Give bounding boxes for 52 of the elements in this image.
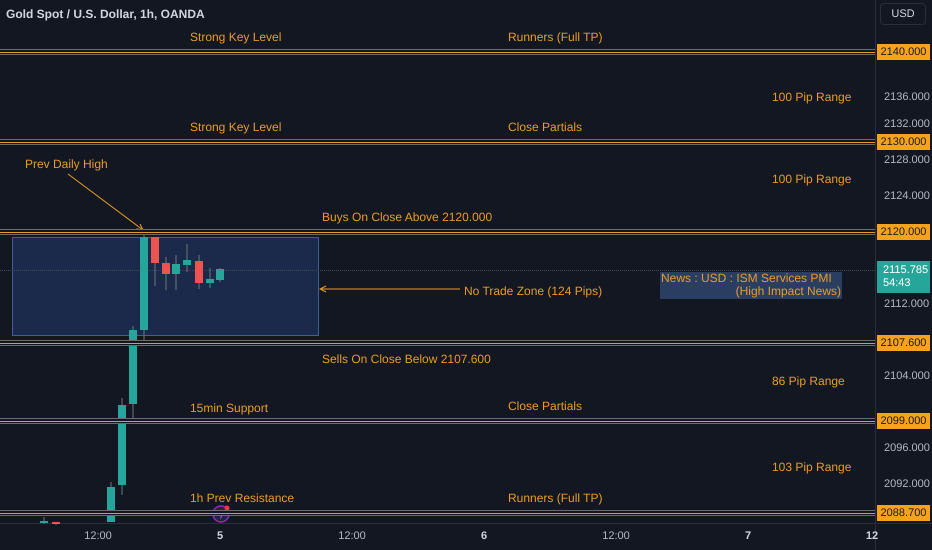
annotation-label: Prev Daily High — [25, 157, 108, 171]
level-note: Strong Key Level — [190, 120, 282, 134]
axis-price-label: 2132.000 — [884, 118, 930, 130]
currency-button[interactable]: USD — [880, 3, 926, 25]
news-text: (High Impact News) — [736, 285, 842, 298]
price-label: 2099.000 — [877, 413, 930, 429]
level-note: Strong Key Level — [190, 30, 282, 44]
axis-time-label: 12:00 — [602, 530, 630, 543]
range-label: 100 Pip Range — [772, 90, 852, 104]
price-label: 2140.000 — [877, 44, 930, 60]
price-label: 2107.600 — [877, 335, 930, 351]
candlestick — [151, 236, 159, 286]
axis-price-label: 2136.000 — [884, 91, 930, 103]
level-note: Close Partials — [508, 120, 582, 134]
axis-time-label: 12:00 — [338, 530, 366, 543]
axis-time-label: 6 — [480, 530, 488, 543]
range-label: 86 Pip Range — [772, 374, 845, 388]
axis-price-label: 2112.000 — [884, 298, 930, 310]
news-text: News : USD : ISM Services PMI — [660, 272, 833, 285]
current-price-text: 54:43 — [883, 277, 911, 290]
candlestick — [206, 268, 214, 288]
axis-time-label: 12:00 — [84, 530, 112, 543]
candlestick — [183, 244, 191, 272]
axis-time-label: 5 — [216, 530, 224, 543]
candlestick — [195, 254, 203, 290]
candlestick — [40, 516, 48, 524]
range-label: 100 Pip Range — [772, 172, 852, 186]
annotation-label: No Trade Zone (124 Pips) — [464, 284, 602, 298]
level-note: Buys On Close Above 2120.000 — [322, 210, 492, 224]
axis-price-label: 2128.000 — [884, 154, 930, 166]
level-note: Sells On Close Below 2107.600 — [322, 352, 491, 366]
price-label: 2088.700 — [877, 505, 930, 521]
level-note: 15min Support — [190, 401, 268, 415]
axis-price-label: 2104.000 — [884, 370, 930, 382]
range-label: 103 Pip Range — [772, 460, 852, 474]
price-label: 2130.000 — [877, 134, 930, 150]
candlestick — [52, 522, 60, 526]
candlestick — [172, 254, 180, 290]
chart-title: Gold Spot / U.S. Dollar, 1h, OANDA — [6, 7, 205, 21]
axis-price-label: 2124.000 — [884, 190, 930, 202]
axis-time-label: 7 — [744, 530, 752, 543]
axis-time-label: 12 — [866, 530, 878, 543]
axis-price-label: 2096.000 — [884, 442, 930, 454]
level-note: Runners (Full TP) — [508, 30, 602, 44]
axis-price-label: 2092.000 — [884, 478, 930, 490]
level-note: Close Partials — [508, 399, 582, 413]
price-label: 2120.000 — [877, 224, 930, 240]
current-price-text: 2115.785 — [883, 264, 928, 277]
level-note: Runners (Full TP) — [508, 491, 602, 505]
candlestick — [216, 268, 224, 282]
level-note: 1h Prev Resistance — [190, 491, 294, 505]
candlestick — [162, 256, 170, 290]
